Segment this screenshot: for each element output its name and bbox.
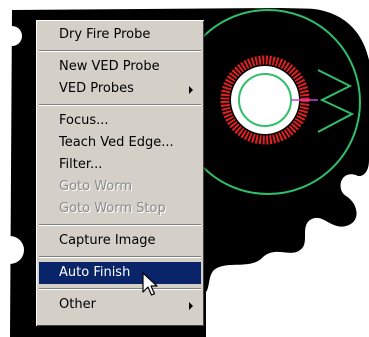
menu-item-label: Teach Ved Edge... (59, 135, 174, 150)
menu-item-goto-worm[interactable]: Goto Worm (39, 176, 201, 198)
menu-item-label: Capture Image (59, 233, 156, 248)
menu-item-label: Auto Finish (59, 265, 131, 280)
menu-separator (39, 104, 201, 106)
menu-separator (39, 50, 201, 52)
menu-item-label: New VED Probe (59, 59, 160, 74)
menu-separator (39, 256, 201, 258)
menu-item-label: Focus... (59, 113, 109, 128)
menu-item-label: Goto Worm (59, 179, 133, 194)
menu-item-dry-fire-probe[interactable]: Dry Fire Probe (39, 24, 201, 46)
menu-separator (39, 224, 201, 226)
menu-item-label: Goto Worm Stop (59, 201, 166, 216)
menu-item-filter[interactable]: Filter... (39, 154, 201, 176)
menu-item-goto-worm-stop[interactable]: Goto Worm Stop (39, 198, 201, 220)
menu-item-other[interactable]: Other (39, 294, 201, 316)
menu-item-capture-image[interactable]: Capture Image (39, 230, 201, 252)
menu-item-teach-ved-edge[interactable]: Teach Ved Edge... (39, 132, 201, 154)
submenu-arrow-icon (189, 302, 193, 310)
menu-item-new-ved-probe[interactable]: New VED Probe (39, 56, 201, 78)
menu-item-auto-finish[interactable]: Auto Finish (39, 262, 201, 284)
menu-item-label: Filter... (59, 157, 103, 172)
context-menu: Dry Fire Probe New VED Probe VED Probes Foc… (36, 20, 204, 326)
menu-separator (39, 288, 201, 290)
submenu-arrow-icon (189, 86, 193, 94)
menu-item-ved-probes[interactable]: VED Probes (39, 78, 201, 100)
menu-item-label: Other (59, 297, 96, 312)
menu-item-label: VED Probes (59, 81, 134, 96)
arrow-cursor-icon (142, 272, 160, 302)
menu-item-label: Dry Fire Probe (59, 27, 151, 42)
menu-item-focus[interactable]: Focus... (39, 110, 201, 132)
